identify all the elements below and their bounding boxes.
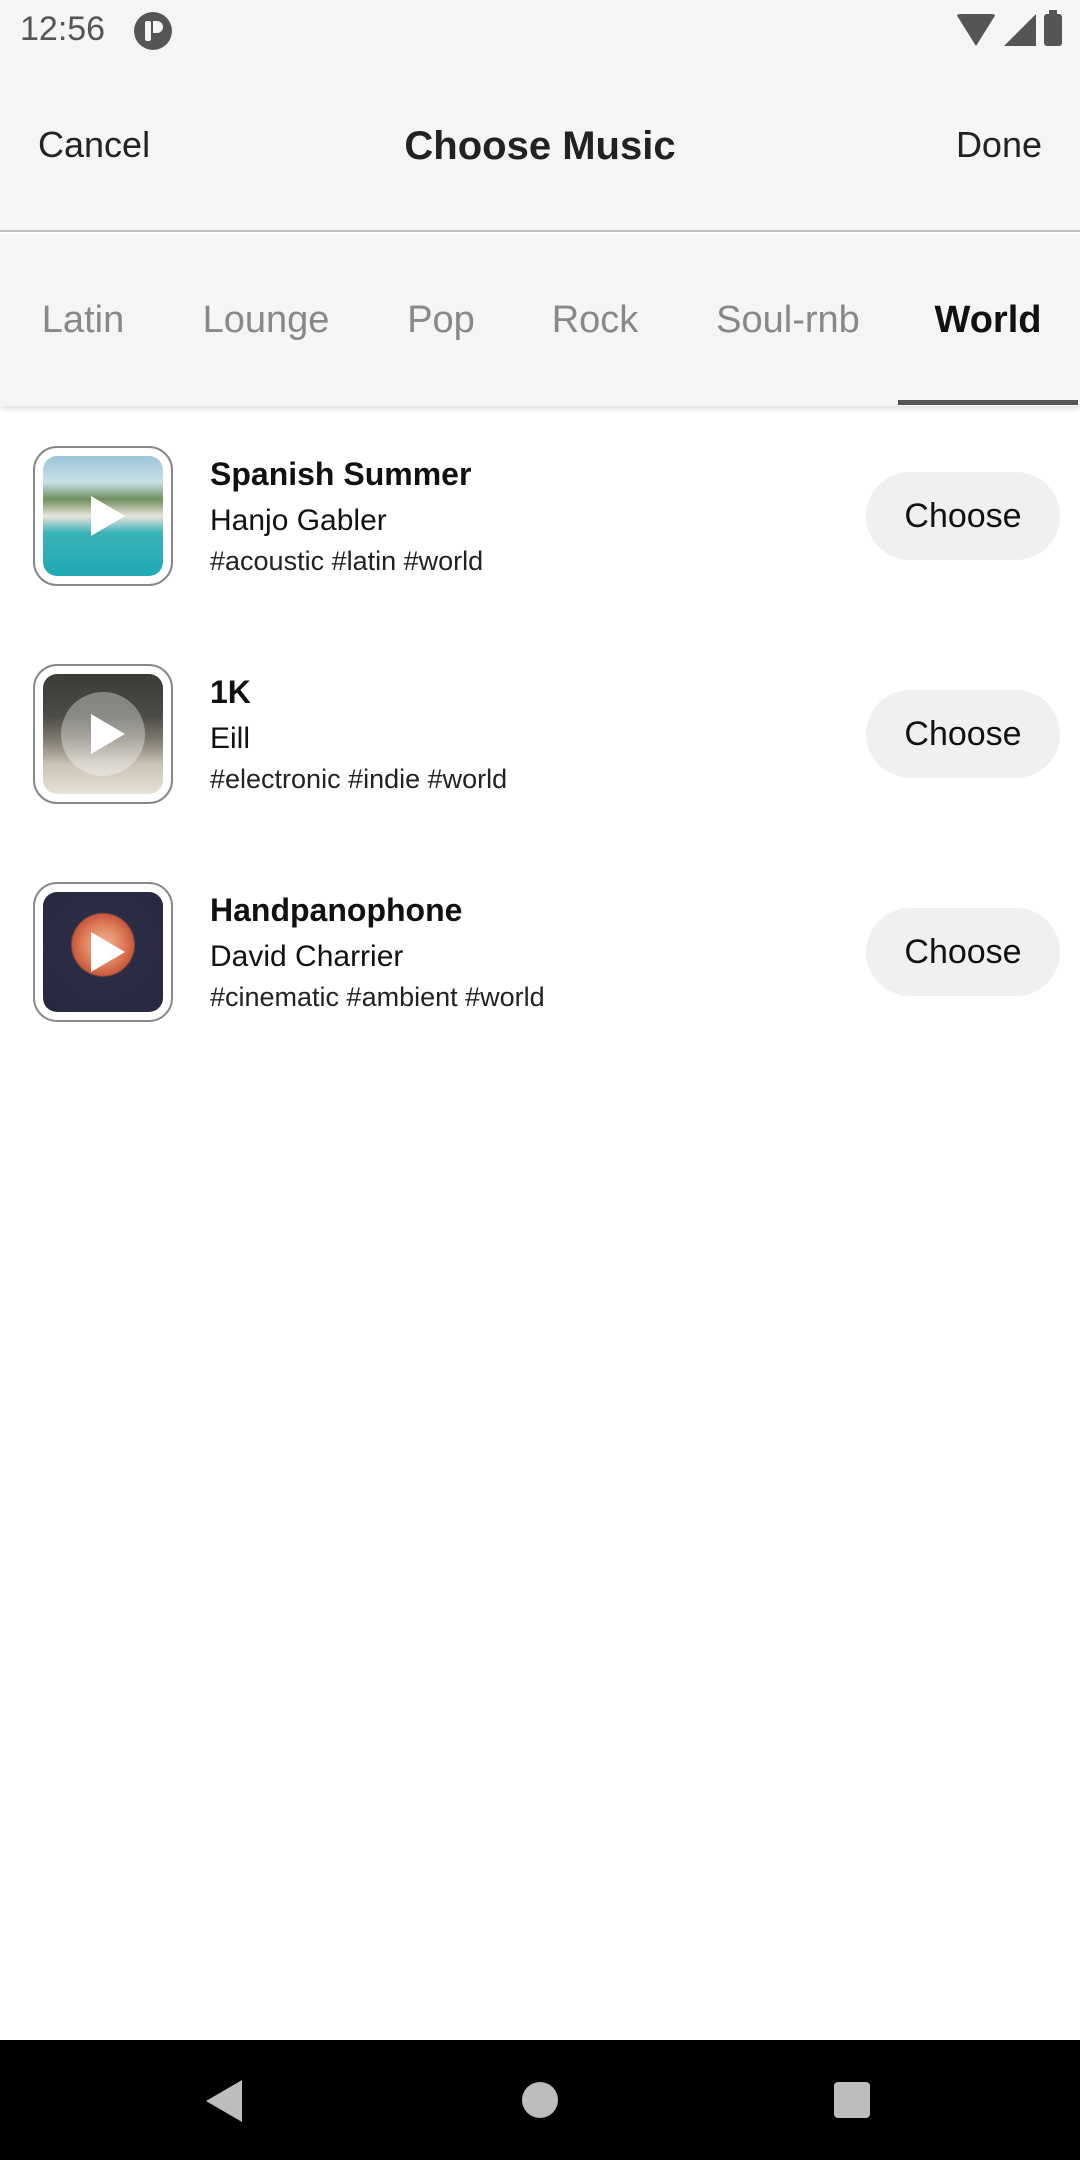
track-row: 1K Eill #electronic #indie #world Choose bbox=[0, 664, 1080, 844]
eill-cover-icon bbox=[43, 674, 163, 794]
done-button[interactable]: Done bbox=[956, 124, 1042, 166]
header: Cancel Choose Music Done bbox=[0, 60, 1080, 232]
tab-lounge[interactable]: Lounge bbox=[188, 234, 344, 406]
beach-cover-icon bbox=[43, 456, 163, 576]
active-tab-indicator bbox=[898, 400, 1078, 405]
choose-music-screen: 12:56 Cancel Choose Music Done Latin Lou… bbox=[0, 0, 1080, 2160]
track-cover[interactable] bbox=[33, 446, 173, 586]
back-icon[interactable] bbox=[206, 2080, 242, 2122]
track-tags: #electronic #indie #world bbox=[210, 764, 508, 794]
tab-soul-rnb[interactable]: Soul-rnb bbox=[694, 234, 882, 406]
status-time: 12:56 bbox=[20, 10, 106, 48]
track-artist: David Charrier bbox=[210, 940, 404, 973]
tab-latin[interactable]: Latin bbox=[0, 234, 166, 406]
status-icons bbox=[956, 10, 1062, 48]
home-icon[interactable] bbox=[522, 2082, 558, 2118]
tab-rock[interactable]: Rock bbox=[530, 234, 660, 406]
track-tags: #cinematic #ambient #world bbox=[210, 982, 545, 1012]
track-title: 1K bbox=[210, 674, 251, 710]
navigation-bar bbox=[0, 2040, 1080, 2160]
track-row: Spanish Summer Hanjo Gabler #acoustic #l… bbox=[0, 446, 1080, 626]
track-artist: Hanjo Gabler bbox=[210, 504, 387, 537]
track-title: Spanish Summer bbox=[210, 456, 472, 492]
track-artist: Eill bbox=[210, 722, 251, 755]
battery-icon bbox=[1044, 10, 1062, 46]
play-icon bbox=[91, 932, 125, 972]
choose-button[interactable]: Choose bbox=[866, 690, 1060, 778]
page-title: Choose Music bbox=[404, 124, 676, 168]
recents-icon[interactable] bbox=[834, 2082, 870, 2118]
play-icon bbox=[91, 714, 125, 754]
track-cover[interactable] bbox=[33, 664, 173, 804]
choose-button[interactable]: Choose bbox=[866, 908, 1060, 996]
track-title: Handpanophone bbox=[210, 892, 463, 928]
genre-tabs: Latin Lounge Pop Rock Soul-rnb World bbox=[0, 234, 1080, 406]
play-icon bbox=[91, 496, 125, 536]
track-cover[interactable] bbox=[33, 882, 173, 1022]
track-tags: #acoustic #latin #world bbox=[210, 546, 484, 576]
flower-cover-icon bbox=[43, 892, 163, 1012]
tab-pop[interactable]: Pop bbox=[376, 234, 506, 406]
wifi-icon bbox=[956, 14, 996, 46]
signal-icon bbox=[1004, 14, 1036, 46]
status-bar: 12:56 bbox=[0, 0, 1080, 60]
tab-world[interactable]: World bbox=[898, 234, 1078, 406]
choose-button[interactable]: Choose bbox=[866, 472, 1060, 560]
track-row: Handpanophone David Charrier #cinematic … bbox=[0, 882, 1080, 1062]
app-notification-icon bbox=[134, 12, 172, 50]
